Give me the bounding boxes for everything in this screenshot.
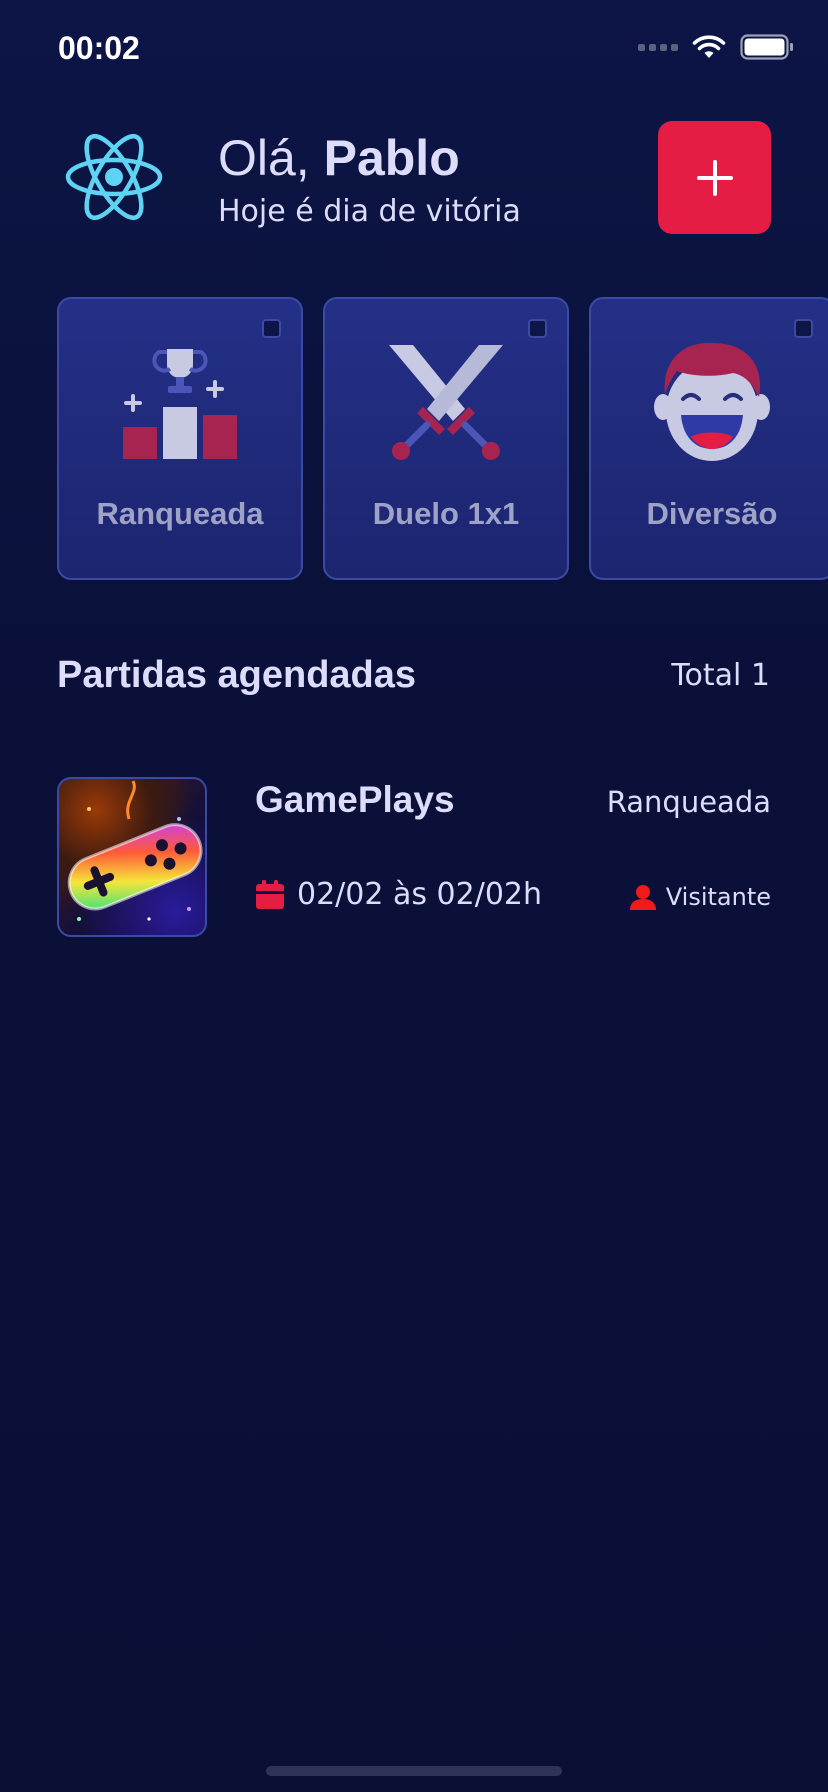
wifi-icon bbox=[692, 35, 726, 58]
section-title: Partidas agendadas bbox=[57, 654, 417, 696]
add-match-button[interactable] bbox=[658, 121, 771, 234]
status-icons bbox=[638, 34, 794, 60]
match-date: 02/02 às 02/02h bbox=[255, 877, 542, 912]
category-checkbox[interactable] bbox=[794, 319, 813, 338]
greeting-line: Olá, Pablo bbox=[218, 128, 521, 188]
match-date-text: 02/02 às 02/02h bbox=[297, 877, 543, 912]
category-checkbox[interactable] bbox=[262, 319, 281, 338]
user-name: Pablo bbox=[323, 130, 460, 186]
crossed-swords-icon bbox=[389, 345, 503, 460]
match-category: Ranqueada bbox=[606, 785, 771, 819]
match-role: Visitante bbox=[629, 883, 771, 911]
plus-icon bbox=[696, 159, 733, 196]
category-label: Diversão bbox=[646, 496, 778, 531]
greeting: Olá, Pablo Hoje é dia de vitória bbox=[218, 128, 521, 229]
category-label: Duelo 1x1 bbox=[372, 496, 520, 531]
category-label: Ranqueada bbox=[96, 496, 264, 531]
status-time: 00:02 bbox=[58, 30, 140, 66]
match-thumbnail bbox=[57, 777, 207, 937]
cellular-signal-icon bbox=[638, 43, 678, 51]
greeting-subtitle: Hoje é dia de vitória bbox=[218, 194, 521, 229]
home-indicator[interactable] bbox=[266, 1766, 562, 1776]
laughing-face-icon bbox=[654, 342, 770, 461]
calendar-icon bbox=[256, 879, 284, 909]
section-total: Total 1 bbox=[671, 658, 770, 693]
home-screen: 00:02 Olá, Pablo Hoje é dia de vitória R… bbox=[0, 0, 828, 1792]
category-diversao[interactable]: Diversão bbox=[589, 297, 828, 580]
battery-icon bbox=[740, 34, 793, 60]
match-item[interactable]: GamePlays Ranqueada 02/02 às 02/02h Visi… bbox=[57, 777, 771, 937]
person-icon bbox=[629, 885, 656, 910]
podium-trophy-icon bbox=[123, 349, 237, 459]
match-role-text: Visitante bbox=[665, 883, 771, 911]
gamepad-icon bbox=[67, 780, 203, 921]
category-checkbox[interactable] bbox=[528, 319, 547, 338]
greeting-prefix: Olá, bbox=[218, 130, 310, 186]
category-list: Ranqueada Duelo 1x1 Diversão bbox=[57, 297, 828, 580]
category-ranqueada[interactable]: Ranqueada bbox=[57, 297, 303, 580]
react-logo-icon bbox=[65, 134, 163, 220]
match-title: GamePlays bbox=[255, 779, 455, 820]
category-duelo[interactable]: Duelo 1x1 bbox=[323, 297, 569, 580]
